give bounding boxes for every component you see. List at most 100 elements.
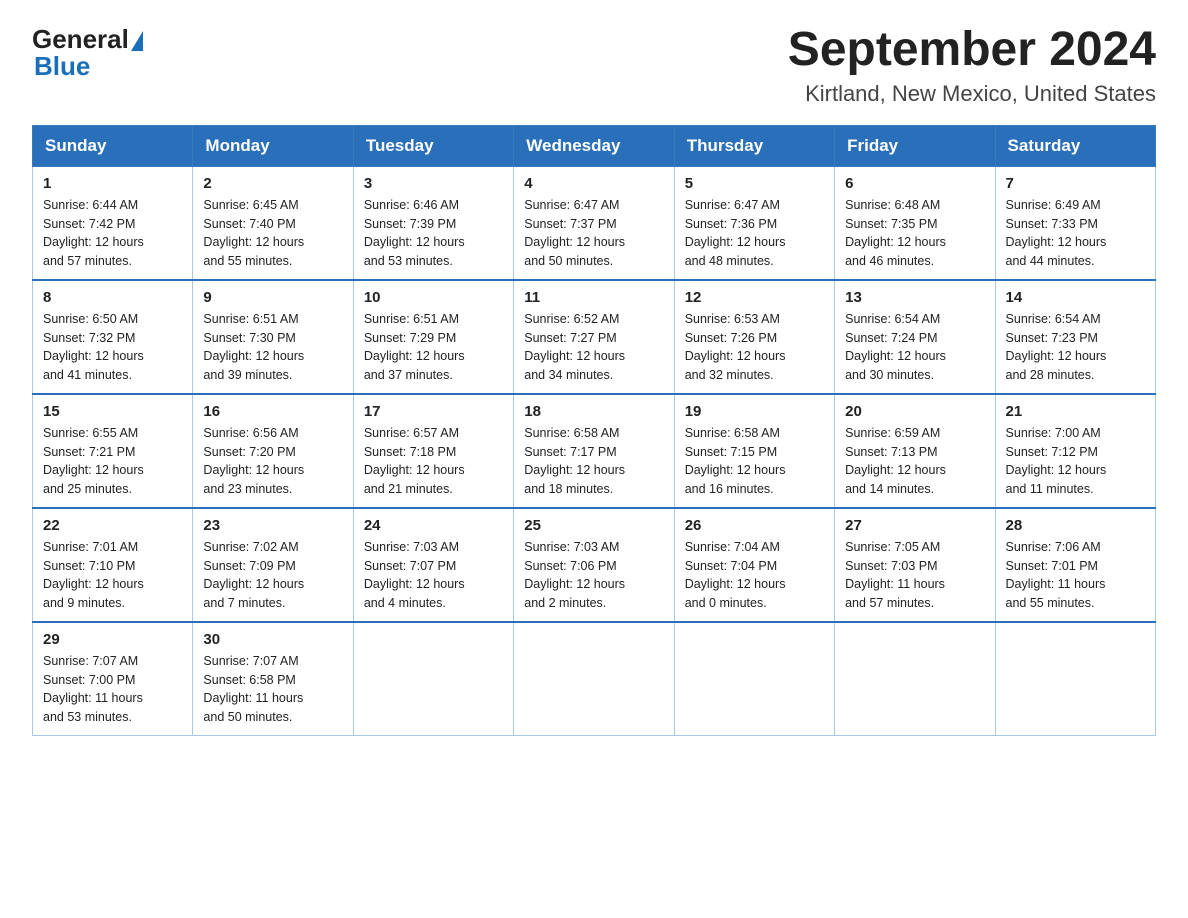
day-number: 8 bbox=[43, 289, 182, 306]
header-tuesday: Tuesday bbox=[353, 125, 513, 166]
logo-blue: Blue bbox=[32, 51, 90, 82]
page-header: General Blue September 2024 Kirtland, Ne… bbox=[32, 24, 1156, 107]
day-number: 19 bbox=[685, 403, 824, 420]
calendar-week-row: 8 Sunrise: 6:50 AMSunset: 7:32 PMDayligh… bbox=[33, 280, 1156, 394]
day-info: Sunrise: 6:58 AMSunset: 7:15 PMDaylight:… bbox=[685, 426, 786, 496]
day-info: Sunrise: 6:47 AMSunset: 7:37 PMDaylight:… bbox=[524, 198, 625, 268]
day-number: 1 bbox=[43, 175, 182, 192]
day-number: 9 bbox=[203, 289, 342, 306]
table-row: 16 Sunrise: 6:56 AMSunset: 7:20 PMDaylig… bbox=[193, 394, 353, 508]
day-number: 29 bbox=[43, 631, 182, 648]
day-number: 23 bbox=[203, 517, 342, 534]
day-number: 24 bbox=[364, 517, 503, 534]
day-number: 6 bbox=[845, 175, 984, 192]
table-row: 8 Sunrise: 6:50 AMSunset: 7:32 PMDayligh… bbox=[33, 280, 193, 394]
day-info: Sunrise: 6:55 AMSunset: 7:21 PMDaylight:… bbox=[43, 426, 144, 496]
table-row: 20 Sunrise: 6:59 AMSunset: 7:13 PMDaylig… bbox=[835, 394, 995, 508]
day-number: 2 bbox=[203, 175, 342, 192]
table-row: 15 Sunrise: 6:55 AMSunset: 7:21 PMDaylig… bbox=[33, 394, 193, 508]
logo: General Blue bbox=[32, 24, 143, 82]
calendar-week-row: 1 Sunrise: 6:44 AMSunset: 7:42 PMDayligh… bbox=[33, 166, 1156, 280]
table-row: 13 Sunrise: 6:54 AMSunset: 7:24 PMDaylig… bbox=[835, 280, 995, 394]
table-row: 3 Sunrise: 6:46 AMSunset: 7:39 PMDayligh… bbox=[353, 166, 513, 280]
table-row bbox=[353, 622, 513, 736]
day-info: Sunrise: 7:07 AMSunset: 7:00 PMDaylight:… bbox=[43, 654, 143, 724]
day-info: Sunrise: 7:04 AMSunset: 7:04 PMDaylight:… bbox=[685, 540, 786, 610]
day-info: Sunrise: 6:58 AMSunset: 7:17 PMDaylight:… bbox=[524, 426, 625, 496]
table-row: 12 Sunrise: 6:53 AMSunset: 7:26 PMDaylig… bbox=[674, 280, 834, 394]
day-info: Sunrise: 6:51 AMSunset: 7:29 PMDaylight:… bbox=[364, 312, 465, 382]
day-info: Sunrise: 7:03 AMSunset: 7:07 PMDaylight:… bbox=[364, 540, 465, 610]
table-row: 2 Sunrise: 6:45 AMSunset: 7:40 PMDayligh… bbox=[193, 166, 353, 280]
day-info: Sunrise: 6:52 AMSunset: 7:27 PMDaylight:… bbox=[524, 312, 625, 382]
day-number: 13 bbox=[845, 289, 984, 306]
table-row: 9 Sunrise: 6:51 AMSunset: 7:30 PMDayligh… bbox=[193, 280, 353, 394]
location-subtitle: Kirtland, New Mexico, United States bbox=[788, 81, 1156, 107]
header-thursday: Thursday bbox=[674, 125, 834, 166]
day-info: Sunrise: 6:51 AMSunset: 7:30 PMDaylight:… bbox=[203, 312, 304, 382]
table-row: 27 Sunrise: 7:05 AMSunset: 7:03 PMDaylig… bbox=[835, 508, 995, 622]
table-row: 18 Sunrise: 6:58 AMSunset: 7:17 PMDaylig… bbox=[514, 394, 674, 508]
day-number: 11 bbox=[524, 289, 663, 306]
day-number: 10 bbox=[364, 289, 503, 306]
day-info: Sunrise: 6:54 AMSunset: 7:24 PMDaylight:… bbox=[845, 312, 946, 382]
day-info: Sunrise: 6:59 AMSunset: 7:13 PMDaylight:… bbox=[845, 426, 946, 496]
calendar-title: September 2024 bbox=[788, 24, 1156, 77]
day-info: Sunrise: 7:03 AMSunset: 7:06 PMDaylight:… bbox=[524, 540, 625, 610]
calendar-header-row: Sunday Monday Tuesday Wednesday Thursday… bbox=[33, 125, 1156, 166]
day-info: Sunrise: 6:46 AMSunset: 7:39 PMDaylight:… bbox=[364, 198, 465, 268]
day-number: 14 bbox=[1006, 289, 1145, 306]
table-row: 29 Sunrise: 7:07 AMSunset: 7:00 PMDaylig… bbox=[33, 622, 193, 736]
table-row: 17 Sunrise: 6:57 AMSunset: 7:18 PMDaylig… bbox=[353, 394, 513, 508]
day-number: 4 bbox=[524, 175, 663, 192]
table-row bbox=[514, 622, 674, 736]
day-info: Sunrise: 6:50 AMSunset: 7:32 PMDaylight:… bbox=[43, 312, 144, 382]
table-row: 21 Sunrise: 7:00 AMSunset: 7:12 PMDaylig… bbox=[995, 394, 1155, 508]
table-row: 22 Sunrise: 7:01 AMSunset: 7:10 PMDaylig… bbox=[33, 508, 193, 622]
table-row: 5 Sunrise: 6:47 AMSunset: 7:36 PMDayligh… bbox=[674, 166, 834, 280]
day-number: 21 bbox=[1006, 403, 1145, 420]
day-info: Sunrise: 6:45 AMSunset: 7:40 PMDaylight:… bbox=[203, 198, 304, 268]
day-number: 7 bbox=[1006, 175, 1145, 192]
day-info: Sunrise: 6:54 AMSunset: 7:23 PMDaylight:… bbox=[1006, 312, 1107, 382]
day-info: Sunrise: 7:02 AMSunset: 7:09 PMDaylight:… bbox=[203, 540, 304, 610]
day-number: 12 bbox=[685, 289, 824, 306]
day-info: Sunrise: 6:49 AMSunset: 7:33 PMDaylight:… bbox=[1006, 198, 1107, 268]
day-number: 28 bbox=[1006, 517, 1145, 534]
day-number: 25 bbox=[524, 517, 663, 534]
table-row: 6 Sunrise: 6:48 AMSunset: 7:35 PMDayligh… bbox=[835, 166, 995, 280]
day-info: Sunrise: 6:44 AMSunset: 7:42 PMDaylight:… bbox=[43, 198, 144, 268]
table-row: 7 Sunrise: 6:49 AMSunset: 7:33 PMDayligh… bbox=[995, 166, 1155, 280]
day-info: Sunrise: 6:53 AMSunset: 7:26 PMDaylight:… bbox=[685, 312, 786, 382]
day-info: Sunrise: 7:07 AMSunset: 6:58 PMDaylight:… bbox=[203, 654, 303, 724]
day-info: Sunrise: 6:56 AMSunset: 7:20 PMDaylight:… bbox=[203, 426, 304, 496]
calendar-week-row: 15 Sunrise: 6:55 AMSunset: 7:21 PMDaylig… bbox=[33, 394, 1156, 508]
title-area: September 2024 Kirtland, New Mexico, Uni… bbox=[788, 24, 1156, 107]
day-number: 3 bbox=[364, 175, 503, 192]
day-info: Sunrise: 7:01 AMSunset: 7:10 PMDaylight:… bbox=[43, 540, 144, 610]
day-number: 27 bbox=[845, 517, 984, 534]
table-row bbox=[835, 622, 995, 736]
day-number: 5 bbox=[685, 175, 824, 192]
day-info: Sunrise: 6:48 AMSunset: 7:35 PMDaylight:… bbox=[845, 198, 946, 268]
table-row: 26 Sunrise: 7:04 AMSunset: 7:04 PMDaylig… bbox=[674, 508, 834, 622]
calendar-table: Sunday Monday Tuesday Wednesday Thursday… bbox=[32, 125, 1156, 736]
header-friday: Friday bbox=[835, 125, 995, 166]
table-row: 14 Sunrise: 6:54 AMSunset: 7:23 PMDaylig… bbox=[995, 280, 1155, 394]
day-number: 17 bbox=[364, 403, 503, 420]
table-row: 19 Sunrise: 6:58 AMSunset: 7:15 PMDaylig… bbox=[674, 394, 834, 508]
table-row: 28 Sunrise: 7:06 AMSunset: 7:01 PMDaylig… bbox=[995, 508, 1155, 622]
table-row: 23 Sunrise: 7:02 AMSunset: 7:09 PMDaylig… bbox=[193, 508, 353, 622]
day-number: 22 bbox=[43, 517, 182, 534]
table-row: 24 Sunrise: 7:03 AMSunset: 7:07 PMDaylig… bbox=[353, 508, 513, 622]
day-info: Sunrise: 6:57 AMSunset: 7:18 PMDaylight:… bbox=[364, 426, 465, 496]
header-wednesday: Wednesday bbox=[514, 125, 674, 166]
table-row: 10 Sunrise: 6:51 AMSunset: 7:29 PMDaylig… bbox=[353, 280, 513, 394]
day-number: 15 bbox=[43, 403, 182, 420]
day-number: 30 bbox=[203, 631, 342, 648]
table-row: 25 Sunrise: 7:03 AMSunset: 7:06 PMDaylig… bbox=[514, 508, 674, 622]
header-saturday: Saturday bbox=[995, 125, 1155, 166]
table-row: 1 Sunrise: 6:44 AMSunset: 7:42 PMDayligh… bbox=[33, 166, 193, 280]
day-info: Sunrise: 7:00 AMSunset: 7:12 PMDaylight:… bbox=[1006, 426, 1107, 496]
table-row bbox=[674, 622, 834, 736]
